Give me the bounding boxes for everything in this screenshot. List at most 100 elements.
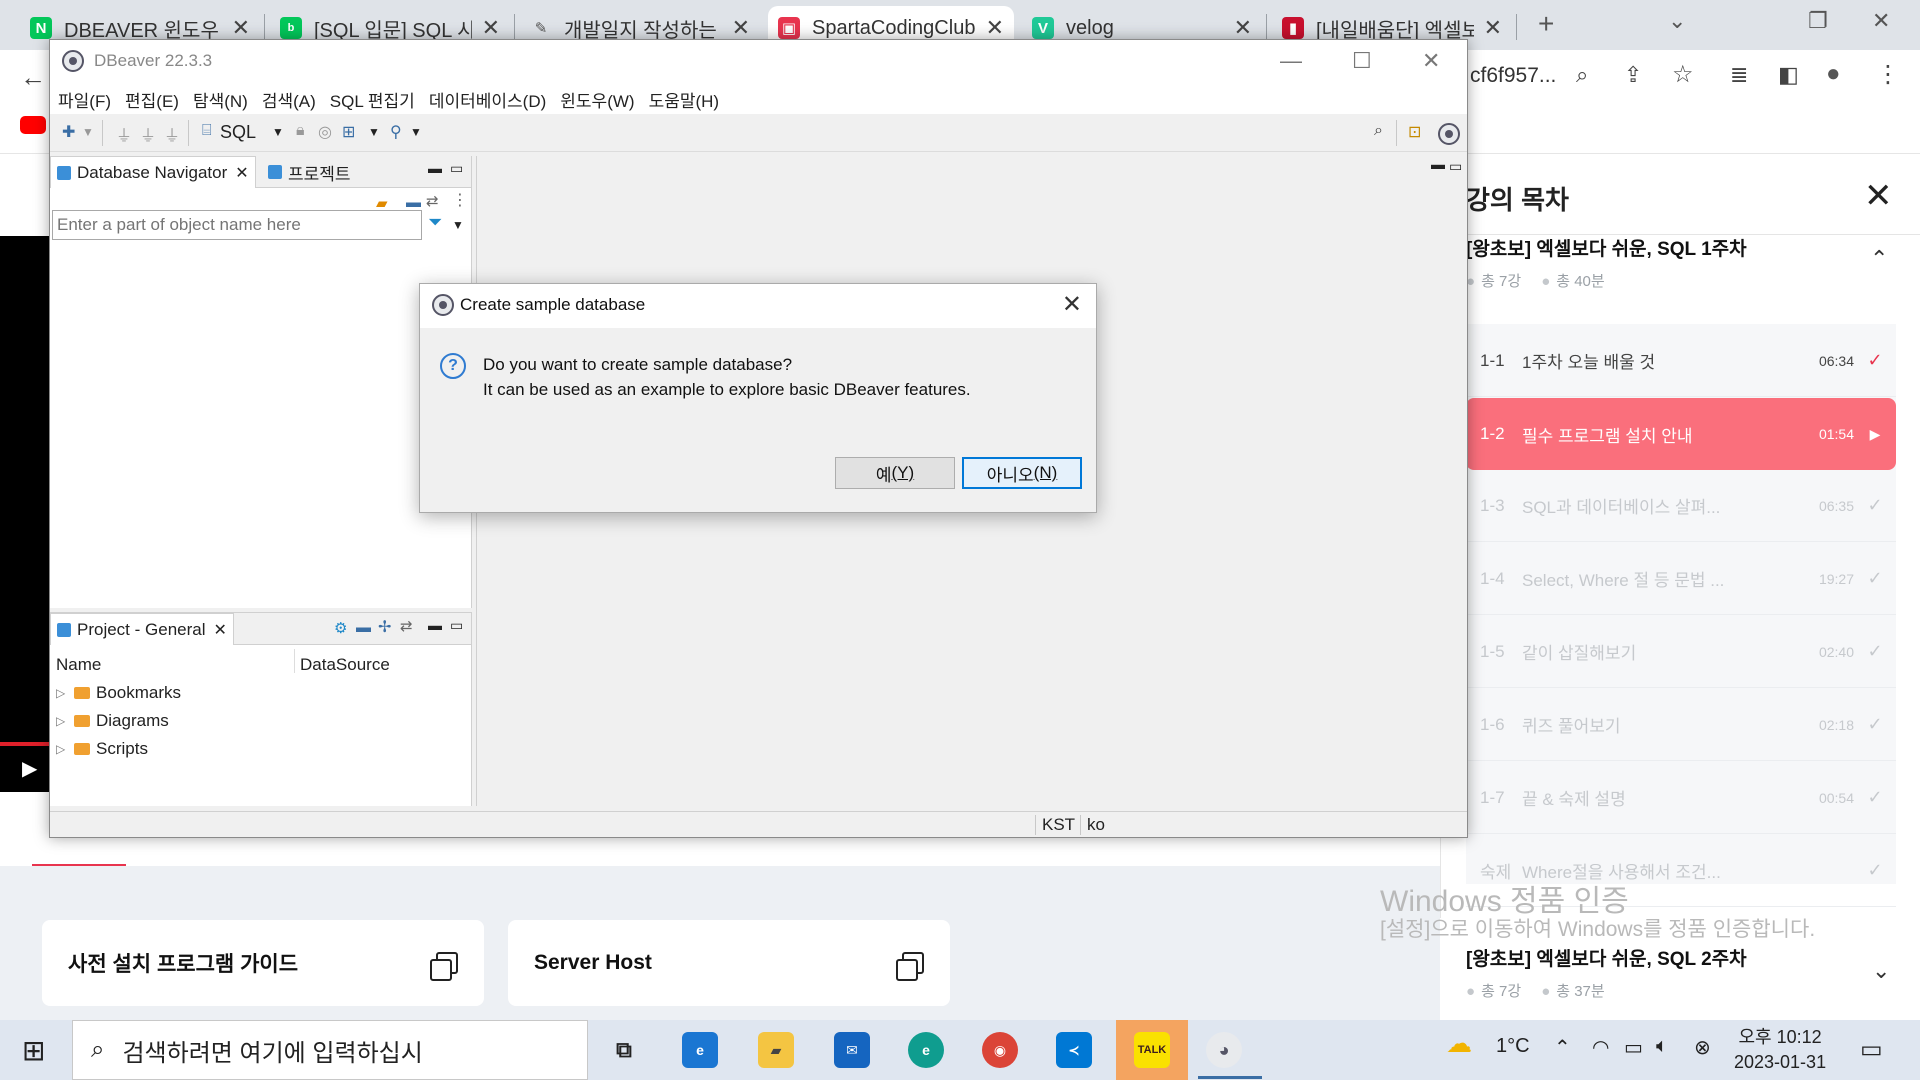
video-player[interactable] xyxy=(0,236,50,792)
restore-icon[interactable]: ❐ xyxy=(1808,8,1828,34)
close-icon[interactable]: ✕ xyxy=(1234,15,1252,41)
close-icon[interactable]: ✕ xyxy=(1864,176,1893,216)
share-icon[interactable]: ⇪ xyxy=(1624,62,1642,88)
menu-help[interactable]: 도움말(H) xyxy=(649,87,720,112)
lesson-item[interactable]: 1-1 1주차 오늘 배울 것 06:34 ✓ xyxy=(1466,325,1896,397)
invalidate-icon[interactable]: ⏚ xyxy=(164,122,180,146)
mail-icon[interactable]: ✉ xyxy=(834,1032,870,1068)
dropdown-icon[interactable]: ▼ xyxy=(410,125,422,139)
system-clock[interactable]: 오후 10:12 2023-01-31 xyxy=(1734,1025,1826,1075)
close-icon[interactable]: ✕ xyxy=(235,163,248,183)
minimize-icon[interactable]: ▬ xyxy=(1431,156,1445,172)
view-menu-icon[interactable]: ⋮ xyxy=(452,190,468,210)
task-view-icon[interactable]: ⧉ xyxy=(606,1032,642,1068)
close-icon[interactable]: ✕ xyxy=(1062,290,1082,319)
minimize-icon[interactable]: ▬ xyxy=(428,617,442,633)
close-icon[interactable]: ✕ xyxy=(1422,48,1440,74)
chevron-right-icon[interactable]: ▷ xyxy=(56,742,74,756)
dbeaver-perspective-icon[interactable] xyxy=(1438,123,1460,145)
chevron-up-icon[interactable]: ⌃ xyxy=(1554,1035,1571,1060)
notification-icon[interactable]: ▭ xyxy=(1860,1035,1883,1064)
yes-button[interactable]: 예 (Y) xyxy=(835,457,955,489)
lesson-item[interactable]: 1-6 퀴즈 풀어보기 02:18 ✓ xyxy=(1466,689,1896,761)
collapse-icon[interactable]: ▬ xyxy=(356,619,371,636)
tab-database-navigator[interactable]: Database Navigator ✕ xyxy=(50,156,256,188)
menu-search[interactable]: 검색(A) xyxy=(262,87,316,112)
vscode-icon[interactable]: ≺ xyxy=(1056,1032,1092,1068)
sql-editor-icon[interactable]: ⌸ xyxy=(202,122,212,140)
play-icon[interactable]: ▶ xyxy=(22,756,37,781)
chevron-up-icon[interactable]: ⌃ xyxy=(1870,246,1888,272)
menu-database[interactable]: 데이터베이스(D) xyxy=(429,87,546,112)
close-icon[interactable]: ✕ xyxy=(482,15,500,41)
dropdown-icon[interactable]: ▼ xyxy=(82,125,94,139)
lock-icon[interactable]: 🔒︎ xyxy=(296,122,305,140)
server-host-card[interactable]: Server Host xyxy=(508,920,950,1006)
menu-window[interactable]: 윈도우(W) xyxy=(560,87,634,112)
kakaotalk-icon[interactable]: TALK xyxy=(1134,1032,1170,1068)
internet-explorer-icon[interactable]: e xyxy=(682,1032,718,1068)
lesson-item[interactable]: 1-7 끝 & 숙제 설명 00:54 ✓ xyxy=(1466,762,1896,834)
search-icon[interactable]: ⚲ xyxy=(390,122,402,142)
minimize-icon[interactable]: — xyxy=(1280,48,1302,74)
maximize-icon[interactable]: ☐ xyxy=(1352,48,1372,74)
chevron-right-icon[interactable]: ▷ xyxy=(56,686,74,700)
profile-icon[interactable]: ● xyxy=(1826,60,1841,88)
lesson-item[interactable]: 1-2 필수 프로그램 설치 안내 01:54 ▶ xyxy=(1466,398,1896,470)
lesson-item[interactable]: 1-4 Select, Where 절 등 문법 ... 19:27 ✓ xyxy=(1466,543,1896,615)
maximize-icon[interactable]: ▭ xyxy=(1449,158,1462,175)
chevron-right-icon[interactable]: ▷ xyxy=(56,714,74,728)
close-icon[interactable]: ✕ xyxy=(232,15,250,41)
no-button[interactable]: 아니오 (N) xyxy=(962,457,1082,489)
collapse-icon[interactable]: ▬ xyxy=(406,194,421,211)
week1-title[interactable]: [왕초보] 엑셀보다 쉬운, SQL 1주차 xyxy=(1466,234,1747,261)
perspective-icon[interactable]: ⊡ xyxy=(1408,122,1421,142)
tab-projects[interactable]: 프로젝트 xyxy=(262,156,357,188)
week2-title[interactable]: [왕초보] 엑셀보다 쉬운, SQL 2주차 xyxy=(1466,944,1747,971)
dropdown-icon[interactable]: ▼ xyxy=(272,125,284,139)
dropdown-icon[interactable]: ▼ xyxy=(452,218,464,232)
sidebar-icon[interactable]: ◧ xyxy=(1778,62,1799,88)
close-icon[interactable]: ✕ xyxy=(214,620,227,640)
expand-icon[interactable]: ✢ xyxy=(378,617,391,637)
chrome-icon[interactable]: ◉ xyxy=(982,1032,1018,1068)
transaction-icon[interactable]: ◎ xyxy=(318,122,332,142)
minimize-icon[interactable]: ▬ xyxy=(428,160,442,176)
tab-project-general[interactable]: Project - General ✕ xyxy=(50,613,234,645)
settings-icon[interactable]: ⚙ xyxy=(334,619,347,637)
menu-edit[interactable]: 편집(E) xyxy=(125,87,179,112)
dbeaver-taskbar-icon[interactable]: ◕ xyxy=(1206,1032,1242,1068)
sql-editor-button[interactable]: SQL xyxy=(220,122,256,143)
new-tab-button[interactable]: + xyxy=(1538,8,1554,40)
close-icon[interactable]: ✕ xyxy=(1872,8,1890,34)
filter-icon[interactable]: ⏷ xyxy=(428,212,442,233)
connect-icon[interactable]: ⏚ xyxy=(116,122,132,146)
tree-item-diagrams[interactable]: ▷ Diagrams xyxy=(56,711,169,731)
file-explorer-icon[interactable]: ▰ xyxy=(758,1032,794,1068)
volume-icon[interactable]: 🔈︎ xyxy=(1656,1035,1668,1058)
link-icon[interactable]: ⇄ xyxy=(400,617,413,635)
star-icon[interactable]: ☆ xyxy=(1672,60,1694,89)
column-header-name[interactable]: Name xyxy=(56,655,101,675)
navigator-search-input[interactable] xyxy=(52,210,422,240)
menu-icon[interactable]: ⋮ xyxy=(1876,60,1900,89)
menu-file[interactable]: 파일(F) xyxy=(58,87,111,112)
tree-item-bookmarks[interactable]: ▷ Bookmarks xyxy=(56,683,181,703)
network-icon[interactable]: ◠ xyxy=(1592,1035,1609,1060)
search-icon[interactable]: ⌕ xyxy=(1374,122,1383,140)
maximize-icon[interactable]: ▭ xyxy=(450,617,463,634)
lesson-item[interactable]: 1-3 SQL과 데이터베이스 살펴... 06:35 ✓ xyxy=(1466,470,1896,542)
close-icon[interactable]: ✕ xyxy=(986,15,1004,41)
back-icon[interactable]: ← xyxy=(20,62,46,93)
mute-icon[interactable]: ⊗ xyxy=(1694,1035,1711,1060)
zoom-icon[interactable]: ⌕ xyxy=(1576,62,1588,88)
close-icon[interactable]: ✕ xyxy=(732,15,750,41)
maximize-icon[interactable]: ▭ xyxy=(450,160,463,177)
battery-icon[interactable]: ▭ xyxy=(1624,1035,1643,1060)
column-header-datasource[interactable]: DataSource xyxy=(300,655,390,675)
media-icon[interactable]: ≣ xyxy=(1730,62,1748,88)
schema-icon[interactable]: ⊞ xyxy=(342,122,355,142)
close-icon[interactable]: ✕ xyxy=(1484,15,1502,41)
lesson-item[interactable]: 1-5 같이 삽질해보기 02:40 ✓ xyxy=(1466,616,1896,688)
taskbar-search-box[interactable]: ⌕ 검색하려면 여기에 입력하십시 xyxy=(72,1020,588,1080)
